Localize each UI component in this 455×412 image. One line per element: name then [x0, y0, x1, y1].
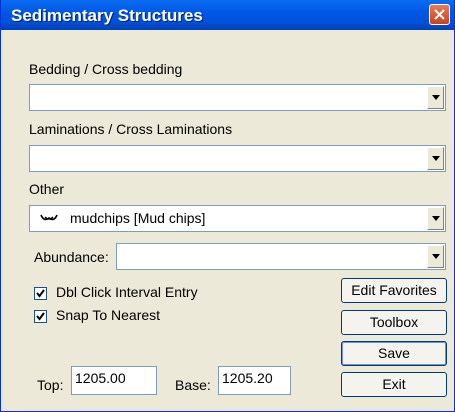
dbl-click-interval-checkbox[interactable]	[34, 287, 47, 300]
other-dropdown[interactable]: mudchips [Mud chips]	[29, 205, 446, 232]
base-depth-value: 1205.20	[222, 370, 273, 386]
save-button[interactable]: Save	[341, 341, 447, 366]
laminations-dropdown-arrow[interactable]	[427, 147, 444, 170]
checkmark-icon	[36, 289, 45, 298]
other-dropdown-arrow[interactable]	[427, 207, 444, 230]
base-label: Base:	[175, 377, 211, 393]
abundance-dropdown-arrow[interactable]	[427, 245, 444, 268]
window-title: Sedimentary Structures	[11, 6, 203, 25]
dbl-click-interval-label[interactable]: Dbl Click Interval Entry	[56, 284, 198, 300]
abundance-label: Abundance:	[34, 249, 109, 265]
exit-button[interactable]: Exit	[341, 372, 447, 397]
other-value: mudchips [Mud chips]	[70, 210, 206, 226]
checkmark-icon	[36, 312, 45, 321]
chevron-down-icon	[432, 94, 440, 100]
top-depth-input[interactable]: 1205.00	[71, 366, 157, 395]
title-bar[interactable]: Sedimentary Structures	[1, 0, 454, 30]
abundance-dropdown[interactable]	[116, 243, 446, 270]
snap-to-nearest-checkbox[interactable]	[34, 310, 47, 323]
top-label: Top:	[37, 377, 64, 393]
chevron-down-icon	[432, 155, 440, 161]
sedimentary-structures-dialog: Sedimentary Structures Bedding / Cross b…	[0, 0, 455, 412]
bedding-label: Bedding / Cross bedding	[29, 61, 183, 77]
snap-to-nearest-label[interactable]: Snap To Nearest	[56, 307, 160, 323]
bedding-dropdown[interactable]	[29, 84, 446, 111]
bedding-dropdown-arrow[interactable]	[427, 86, 444, 109]
other-label: Other	[29, 181, 65, 197]
base-depth-input[interactable]: 1205.20	[218, 366, 291, 395]
edit-favorites-button[interactable]: Edit Favorites	[341, 278, 447, 303]
chevron-down-icon	[432, 215, 440, 221]
laminations-label: Laminations / Cross Laminations	[29, 121, 233, 137]
toolbox-button[interactable]: Toolbox	[341, 310, 447, 335]
close-icon	[434, 9, 445, 20]
close-button[interactable]	[429, 4, 450, 25]
chevron-down-icon	[432, 253, 440, 259]
mudchips-symbol-icon	[40, 214, 58, 221]
laminations-dropdown[interactable]	[29, 145, 446, 172]
top-depth-value: 1205.00	[75, 370, 126, 386]
